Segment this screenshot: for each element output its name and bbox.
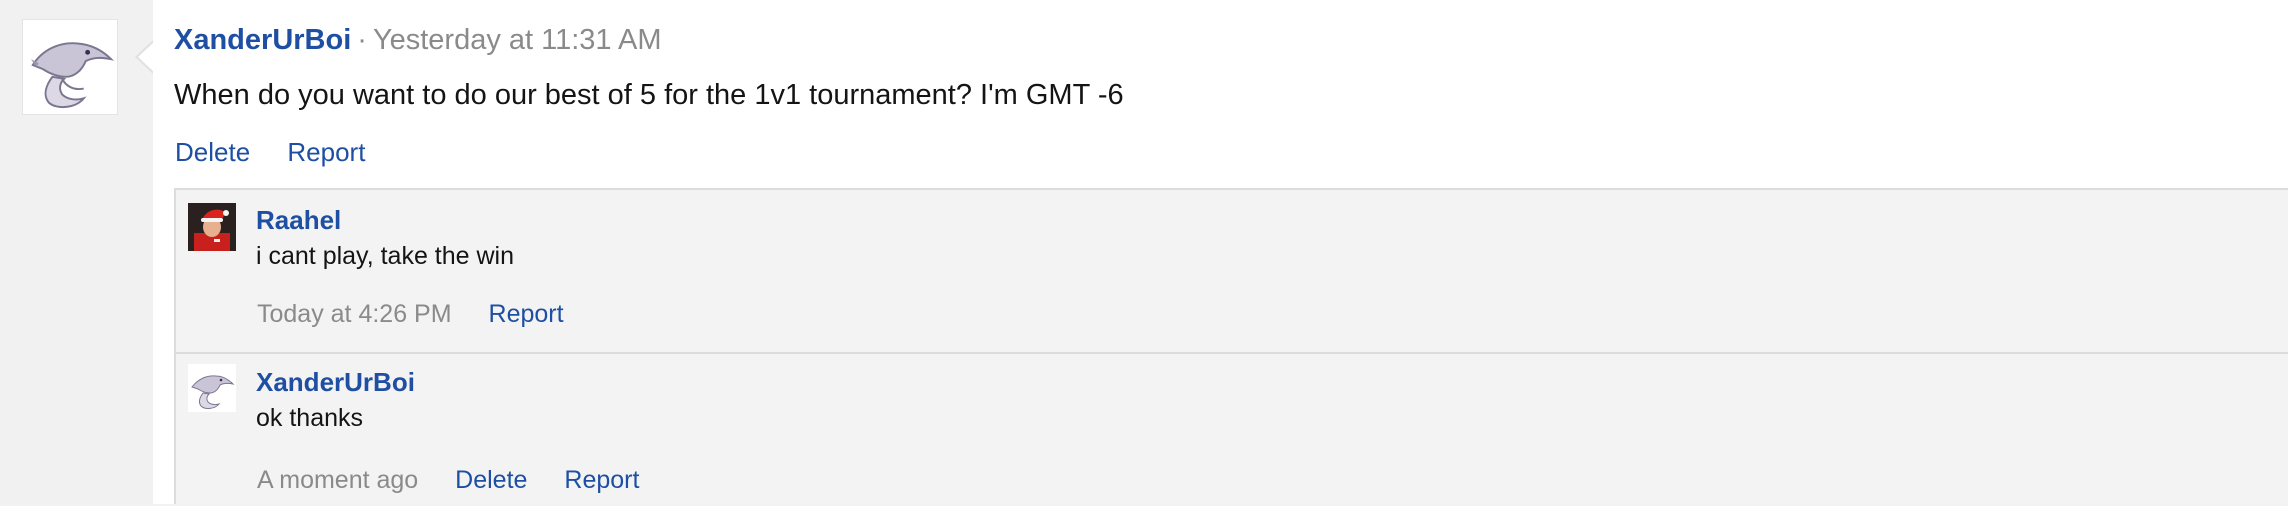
report-comment-link[interactable]: Report [564,466,639,494]
santa-hat-avatar-icon [188,203,236,251]
post-actions: Delete Report [175,136,395,168]
comment-author-avatar[interactable] [188,203,236,251]
comment-timestamp[interactable]: A moment ago [257,466,418,494]
post-message: When do you want to do our best of 5 for… [174,79,1124,111]
delete-comment-link[interactable]: Delete [455,466,527,494]
comment-text: i cant play, take the win [256,242,515,270]
comment-meta: A moment ago Delete Report [257,464,669,496]
comment-timestamp[interactable]: Today at 4:26 PM [257,300,452,328]
comment-item: XanderUrBoi ok thanks A moment ago Delet… [176,354,2288,506]
pokemon-avatar-icon [23,20,117,114]
pokemon-avatar-icon [188,364,236,412]
report-post-link[interactable]: Report [287,137,365,167]
comment-item: Raahel i cant play, take the win Today a… [176,190,2288,354]
comment-author-avatar[interactable] [188,364,236,412]
delete-post-link[interactable]: Delete [175,137,250,167]
comment-author-link[interactable]: Raahel [256,204,341,236]
post-timestamp[interactable]: Yesterday at 11:31 AM [373,24,662,56]
report-comment-link[interactable]: Report [489,300,564,328]
comment-list: Raahel i cant play, take the win Today a… [174,188,2288,504]
header-separator: · [357,24,367,56]
post-author-link[interactable]: XanderUrBoi [174,24,351,56]
post-author-avatar[interactable] [22,19,118,115]
comment-author-link[interactable]: XanderUrBoi [256,366,415,398]
comment-meta: Today at 4:26 PM Report [257,298,594,330]
speech-bubble-pointer-inner [138,42,154,72]
comment-text: ok thanks [256,404,364,432]
post-header: XanderUrBoi · Yesterday at 11:31 AM [174,22,662,58]
